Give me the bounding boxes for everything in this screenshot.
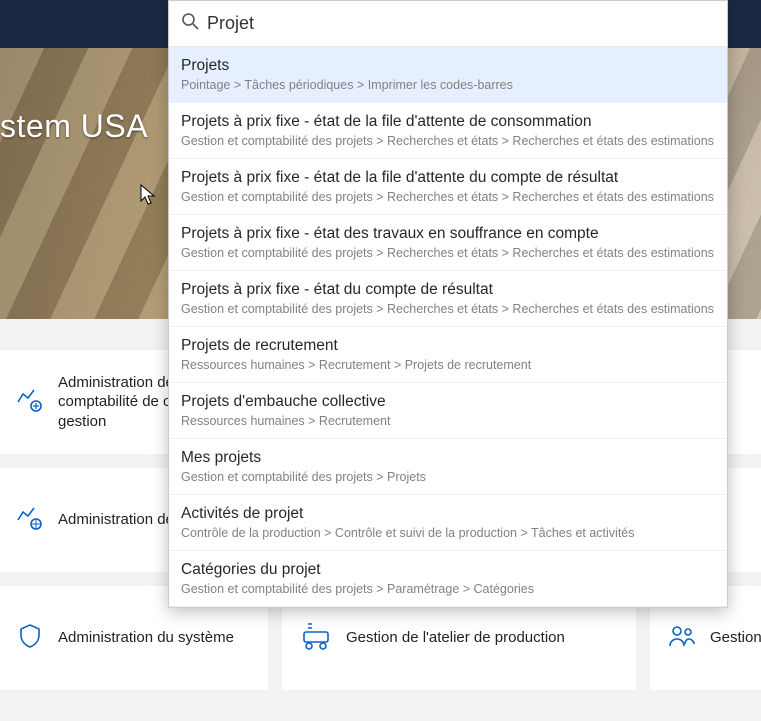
search-result-title: Activités de projet (181, 505, 715, 523)
people-icon (668, 624, 696, 653)
search-result-title: Catégories du projet (181, 561, 715, 579)
search-result-item[interactable]: Projets Pointage > Tâches périodiques > I… (169, 47, 727, 103)
search-result-title: Projets (181, 57, 715, 75)
tile-label: Gestion de l'atelier de production (346, 628, 565, 648)
tile-label: Administration de (58, 510, 174, 530)
search-result-path: Gestion et comptabilité des projets > Re… (181, 134, 715, 148)
search-result-item[interactable]: Projets d'embauche collective Ressources … (169, 383, 727, 439)
tile-label: Administration du système (58, 628, 234, 648)
search-icon (181, 12, 199, 35)
search-input[interactable] (207, 13, 715, 34)
search-result-title: Projets à prix fixe - état de la file d'… (181, 169, 715, 187)
search-result-path: Contrôle de la production > Contrôle et … (181, 526, 715, 540)
shield-icon (16, 622, 44, 655)
search-result-path: Gestion et comptabilité des projets > Re… (181, 190, 715, 204)
search-result-item[interactable]: Activités de projet Contrôle de la produc… (169, 495, 727, 551)
search-result-path: Ressources humaines > Recrutement (181, 414, 715, 428)
search-result-item[interactable]: Catégories du projet Gestion et comptabil… (169, 551, 727, 607)
search-result-path: Gestion et comptabilité des projets > Pr… (181, 470, 715, 484)
search-result-title: Projets à prix fixe - état du compte de … (181, 281, 715, 299)
search-result-path: Pointage > Tâches périodiques > Imprimer… (181, 78, 715, 92)
search-result-title: Projets d'embauche collective (181, 393, 715, 411)
chart-gear-icon (16, 386, 44, 419)
search-result-item[interactable]: Projets à prix fixe - état du compte de … (169, 271, 727, 327)
search-result-path: Gestion et comptabilité des projets > Pa… (181, 582, 715, 596)
search-result-title: Projets de recrutement (181, 337, 715, 355)
chart-gear-icon (16, 504, 44, 537)
search-result-item[interactable]: Projets à prix fixe - état de la file d'… (169, 159, 727, 215)
search-result-path: Gestion et comptabilité des projets > Re… (181, 302, 715, 316)
search-result-title: Mes projets (181, 449, 715, 467)
search-result-item[interactable]: Projets de recrutement Ressources humaine… (169, 327, 727, 383)
factory-icon (300, 622, 332, 655)
search-result-item[interactable]: Mes projets Gestion et comptabilité des p… (169, 439, 727, 495)
search-result-item[interactable]: Projets à prix fixe - état des travaux e… (169, 215, 727, 271)
search-box[interactable] (169, 1, 727, 47)
search-result-item[interactable]: Projets à prix fixe - état de la file d'… (169, 103, 727, 159)
search-dropdown: Projets Pointage > Tâches périodiques > I… (168, 0, 728, 608)
search-result-path: Gestion et comptabilité des projets > Re… (181, 246, 715, 260)
tile-label: Gestion (710, 628, 761, 648)
search-result-title: Projets à prix fixe - état de la file d'… (181, 113, 715, 131)
search-result-title: Projets à prix fixe - état des travaux e… (181, 225, 715, 243)
search-result-path: Ressources humaines > Recrutement > Proj… (181, 358, 715, 372)
